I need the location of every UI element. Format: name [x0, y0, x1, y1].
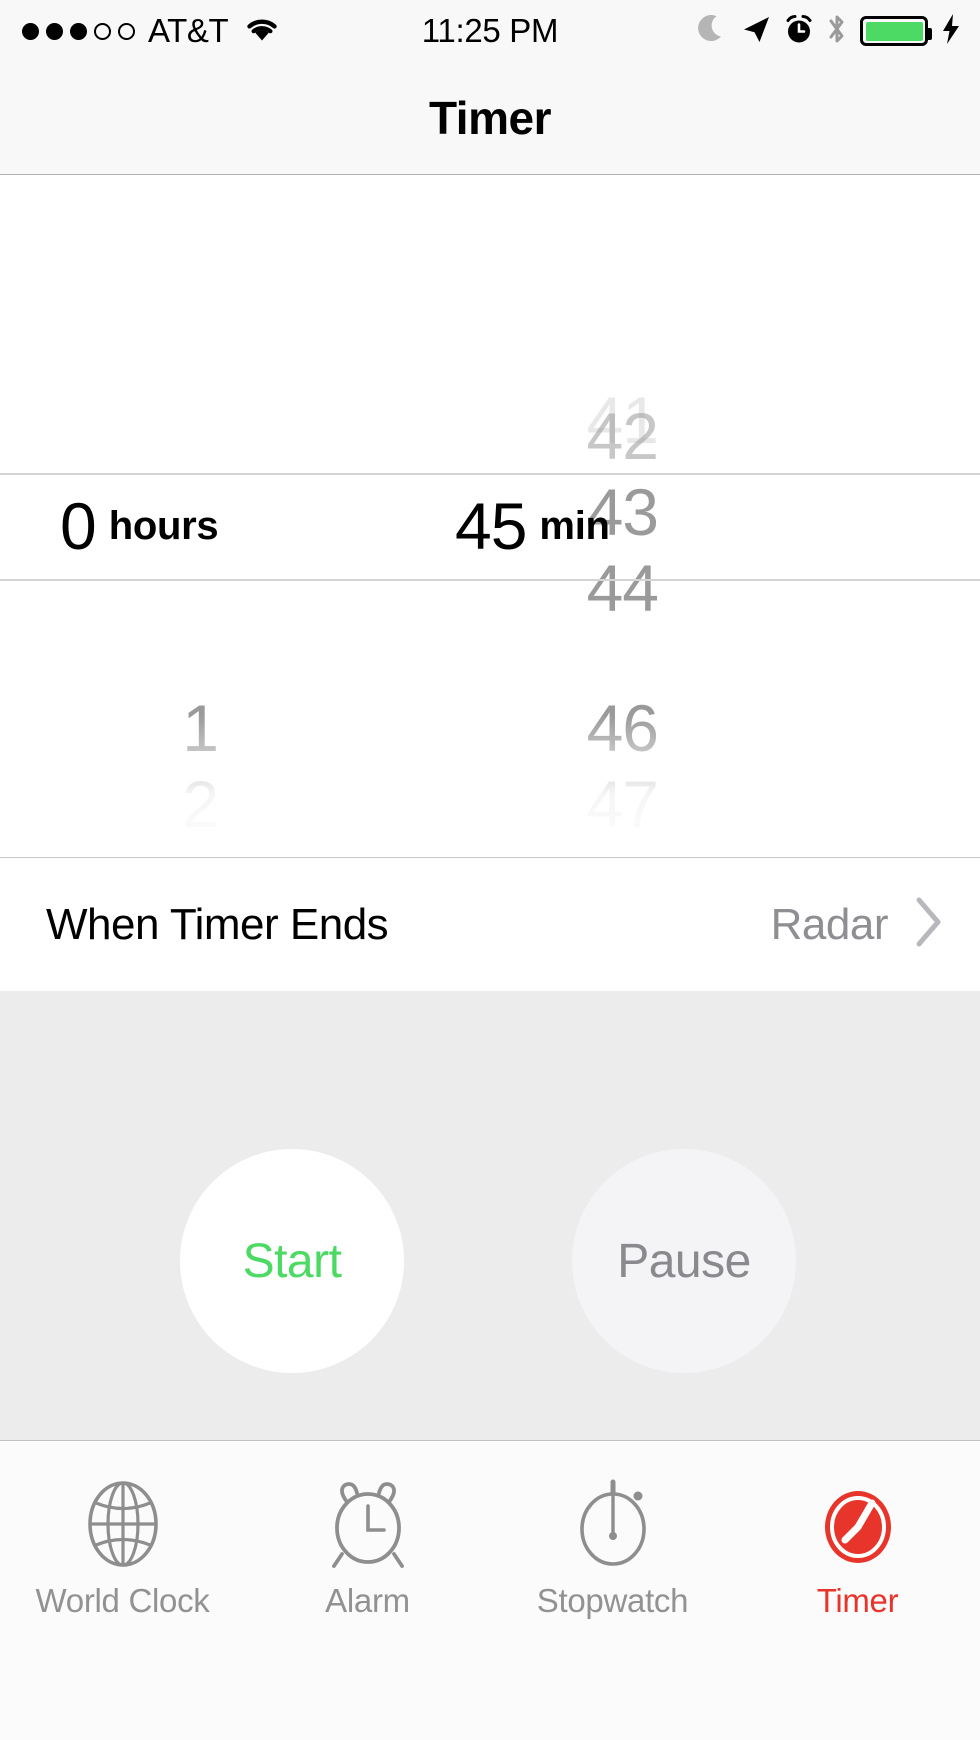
- duration-picker[interactable]: 1 2 3 4 0 hours 41: [0, 176, 980, 857]
- status-bar-right: [698, 0, 962, 62]
- start-button-label: Start: [243, 1234, 342, 1289]
- when-timer-ends-label: When Timer Ends: [46, 900, 388, 950]
- hours-picker-column[interactable]: 1 2 3 4 0 hours: [0, 176, 440, 857]
- minutes-option-value: 48: [587, 834, 658, 857]
- hours-selected-value: 0: [60, 488, 96, 564]
- minutes-option-value: 46: [587, 690, 658, 766]
- bluetooth-icon: [826, 12, 848, 51]
- tab-label-stopwatch: Stopwatch: [537, 1582, 688, 1620]
- picker-selection-line-bottom: [0, 579, 980, 581]
- tab-timer[interactable]: Timer: [735, 1442, 980, 1740]
- minutes-selected-row[interactable]: 45 min: [440, 473, 880, 579]
- tab-label-world-clock: World Clock: [36, 1582, 210, 1620]
- minutes-option-below-2[interactable]: 47: [440, 766, 880, 842]
- chevron-right-icon: [912, 895, 946, 954]
- globe-icon: [73, 1472, 173, 1576]
- when-timer-ends-row[interactable]: When Timer Ends Radar: [0, 857, 980, 991]
- location-arrow-icon: [740, 13, 772, 50]
- hours-option-below-2[interactable]: 2: [0, 766, 440, 842]
- battery-nub: [927, 28, 932, 40]
- picker-selection-line-top: [0, 473, 980, 475]
- timer-icon: [808, 1472, 908, 1576]
- alarm-clock-icon: [784, 13, 814, 50]
- tab-world-clock[interactable]: World Clock: [0, 1442, 245, 1740]
- battery-fill: [866, 22, 923, 41]
- do-not-disturb-moon-icon: [698, 13, 728, 50]
- battery-icon: [860, 16, 928, 46]
- status-bar: AT&T 11:25 PM: [0, 0, 980, 62]
- minutes-unit-label: min: [539, 504, 609, 549]
- minutes-option-value: 47: [587, 766, 658, 842]
- pause-button[interactable]: Pause: [572, 1149, 796, 1373]
- hours-option-value: 1: [182, 690, 218, 766]
- hours-option-value: 3: [182, 834, 218, 857]
- when-timer-ends-value: Radar: [771, 900, 888, 950]
- hours-selected-row[interactable]: 0 hours: [0, 473, 440, 579]
- alarm-clock-icon: [318, 1472, 418, 1576]
- minutes-option-above-2[interactable]: 42: [440, 398, 880, 474]
- navigation-bar: Timer: [0, 62, 980, 175]
- stopwatch-icon: [563, 1472, 663, 1576]
- minutes-option-below-3[interactable]: 48: [440, 834, 880, 857]
- hours-unit-label: hours: [109, 504, 219, 549]
- page-title: Timer: [429, 91, 551, 145]
- tab-label-timer: Timer: [817, 1582, 899, 1620]
- minutes-option-below-1[interactable]: 46: [440, 690, 880, 766]
- battery-indicator: [860, 16, 928, 46]
- minutes-selected-value: 45: [455, 488, 526, 564]
- lightning-bolt-icon: [940, 13, 962, 50]
- when-timer-ends-right: Radar: [771, 895, 946, 954]
- hours-option-value: 2: [182, 766, 218, 842]
- start-button[interactable]: Start: [180, 1149, 404, 1373]
- timer-controls-panel: Start Pause: [0, 991, 980, 1441]
- status-bar-clock: 11:25 PM: [422, 12, 558, 50]
- tab-alarm[interactable]: Alarm: [245, 1442, 490, 1740]
- pause-button-label: Pause: [617, 1234, 751, 1289]
- hours-option-below-3[interactable]: 3: [0, 834, 440, 857]
- minutes-picker-column[interactable]: 41 42 43 44 45 min 46: [440, 176, 880, 857]
- tab-bar: World Clock Alarm: [0, 1442, 980, 1740]
- hours-option-below-1[interactable]: 1: [0, 690, 440, 766]
- tab-label-alarm: Alarm: [325, 1582, 410, 1620]
- tab-stopwatch[interactable]: Stopwatch: [490, 1442, 735, 1740]
- phone-screen: AT&T 11:25 PM: [0, 0, 980, 1740]
- minutes-option-value: 42: [587, 398, 658, 474]
